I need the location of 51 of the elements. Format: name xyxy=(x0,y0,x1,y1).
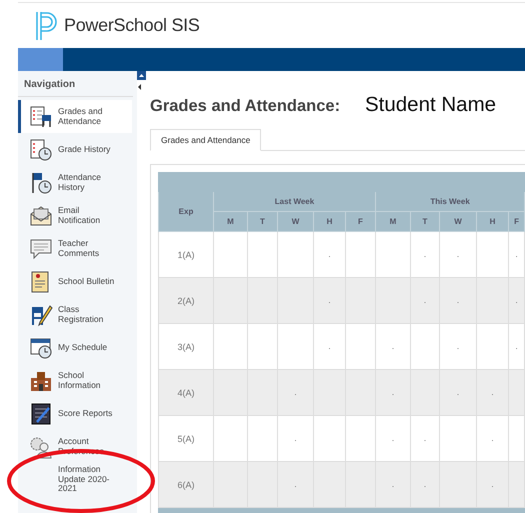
menu-item-icon xyxy=(29,302,53,326)
student-name: Student Name xyxy=(365,93,496,117)
table-cell: . xyxy=(376,370,410,416)
column-header: H xyxy=(476,212,508,232)
app-title: PowerSchool SIS xyxy=(64,15,200,36)
menu-item-icon xyxy=(29,104,53,128)
tab[interactable]: Grades and Attendance xyxy=(150,129,262,151)
sidebar-item[interactable]: Attendance History xyxy=(18,166,137,199)
page-title: Grades and Attendance: xyxy=(150,97,342,116)
sidebar-item[interactable]: School Information xyxy=(18,364,137,397)
table-cell: . xyxy=(440,278,476,324)
table-cell: 2(A) xyxy=(158,278,214,324)
table-cell: . xyxy=(410,462,440,508)
sidebar-item[interactable]: School Bulletin xyxy=(18,265,137,298)
menu-item-icon xyxy=(29,402,53,426)
column-header: W xyxy=(440,212,476,232)
sidebar-item[interactable]: Grade History xyxy=(18,133,137,166)
table-cell: . xyxy=(376,462,410,508)
column-header: This Week xyxy=(376,192,525,212)
column-header: F xyxy=(346,212,376,232)
table-cell: . xyxy=(278,370,314,416)
column-header: W xyxy=(278,212,314,232)
sidebar-item[interactable]: My Schedule xyxy=(18,331,137,364)
table-cell: . xyxy=(278,462,314,508)
table-cell: . xyxy=(476,370,508,416)
column-header: Last Week xyxy=(214,192,376,212)
table-cell: . xyxy=(440,370,476,416)
logo-icon xyxy=(34,10,58,42)
sidebar-heading: Navigation xyxy=(18,79,133,97)
column-header: M xyxy=(376,212,410,232)
menu-item-icon xyxy=(29,204,53,228)
sidebar-item[interactable]: Grades and Attendance xyxy=(18,100,132,133)
sidebar-item[interactable]: Teacher Comments xyxy=(18,232,137,265)
column-header: T xyxy=(248,212,278,232)
table-cell: 4(A) xyxy=(158,370,214,416)
column-header: M xyxy=(214,212,248,232)
sidebar-item[interactable]: Score Reports xyxy=(18,397,137,430)
menu-item-icon xyxy=(29,138,53,162)
column-header: H xyxy=(314,212,346,232)
table-cell: . xyxy=(476,462,508,508)
column-header: Exp xyxy=(158,192,214,232)
menu-item-icon xyxy=(29,336,53,360)
table-cell: 6(A) xyxy=(158,462,214,508)
table-cell: . xyxy=(508,278,525,324)
menu-item-icon xyxy=(29,236,53,260)
table-cell: . xyxy=(314,278,346,324)
table-cell: . xyxy=(410,278,440,324)
sidebar-item[interactable]: Email Notification xyxy=(18,199,137,232)
sidebar-item[interactable]: Class Registration xyxy=(18,298,137,331)
menu-item-icon xyxy=(29,434,53,458)
column-header: T xyxy=(410,212,440,232)
